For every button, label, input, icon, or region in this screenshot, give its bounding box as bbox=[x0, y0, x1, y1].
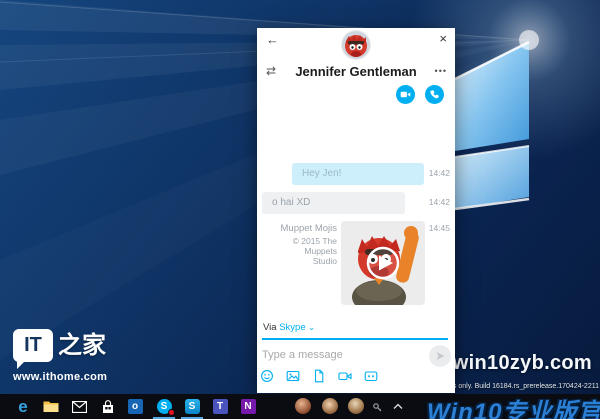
message-input[interactable] bbox=[262, 344, 422, 366]
notification-badge bbox=[167, 409, 175, 416]
desktop: IT 之家 www.ithome.com win10zyb.com s only… bbox=[0, 0, 600, 419]
watermark-site-cn: Win10专业版官网 bbox=[427, 399, 600, 419]
video-call-button[interactable] bbox=[396, 85, 415, 104]
message-timestamp: 14:42 bbox=[428, 197, 450, 207]
received-message-bubble: o hai XD bbox=[262, 192, 405, 214]
taskbar-mail-icon[interactable] bbox=[66, 394, 92, 419]
taskbar-store-icon[interactable] bbox=[95, 394, 121, 419]
taskbar-teams-icon[interactable]: T bbox=[207, 394, 233, 419]
more-options-icon[interactable]: ••• bbox=[435, 66, 447, 76]
voice-call-button[interactable] bbox=[425, 85, 444, 104]
message-timestamp: 14:42 bbox=[428, 168, 450, 178]
message-row-moji: Muppet Mojis © 2015 The Muppets Studio 1… bbox=[257, 220, 455, 310]
moji-copyright-line2: Studio bbox=[312, 256, 337, 266]
message-row-received: o hai XD 14:42 bbox=[257, 192, 455, 214]
taskbar-people-more-icon[interactable] bbox=[366, 394, 388, 419]
ithome-bubble-text: IT bbox=[24, 334, 42, 356]
message-row-sent: Hey Jen! 14:42 bbox=[257, 163, 455, 185]
ithome-bubble-logo: IT bbox=[13, 329, 53, 369]
skype-chat-window: ← × ⇄ Jennifer Gentleman ••• Hey Jen! 14… bbox=[257, 28, 455, 393]
video-message-icon[interactable] bbox=[338, 369, 352, 383]
moji-copyright-line1: © 2015 The Muppets bbox=[292, 236, 337, 256]
video-camera-icon bbox=[400, 91, 411, 98]
ithome-url: www.ithome.com bbox=[13, 371, 108, 383]
photo-icon[interactable] bbox=[286, 369, 300, 383]
call-actions bbox=[396, 85, 444, 104]
message-timestamp: 14:45 bbox=[428, 223, 450, 233]
send-button[interactable] bbox=[429, 345, 451, 367]
moji-title: Muppet Mojis bbox=[280, 223, 338, 234]
watermark-site: win10zyb.com bbox=[452, 352, 592, 374]
file-icon[interactable] bbox=[312, 369, 326, 383]
ithome-logo: IT 之家 www.ithome.com bbox=[13, 329, 107, 383]
taskbar-people-avatar[interactable] bbox=[295, 398, 311, 414]
taskbar-outlook-icon[interactable]: o bbox=[122, 394, 148, 419]
taskbar-people-avatar[interactable] bbox=[322, 398, 338, 414]
phone-icon bbox=[430, 90, 439, 99]
watermark-insider-build: s only. Build 16184.rs_prerelease.170424… bbox=[452, 383, 599, 390]
via-label: Via bbox=[263, 322, 277, 333]
taskbar-file-explorer-icon[interactable] bbox=[38, 394, 64, 419]
composer-toolbar bbox=[260, 369, 378, 383]
moji-video-thumbnail[interactable] bbox=[341, 221, 425, 305]
back-button[interactable]: ← bbox=[266, 32, 279, 47]
sent-message-bubble: Hey Jen! bbox=[292, 163, 424, 185]
via-selector[interactable]: Via Skype ⌄ bbox=[263, 322, 315, 333]
play-button-overlay bbox=[366, 246, 400, 280]
taskbar-edge-icon[interactable]: e bbox=[10, 394, 36, 419]
animal-muppet-moji-image bbox=[341, 221, 425, 305]
window-titlebar: ← × bbox=[257, 28, 455, 60]
composer-accent-line bbox=[262, 338, 448, 340]
taskbar-skype-desktop-icon[interactable]: S bbox=[151, 394, 177, 419]
chevron-down-icon: ⌄ bbox=[308, 323, 315, 332]
ithome-cn-text: 之家 bbox=[58, 332, 106, 359]
via-channel[interactable]: Skype bbox=[279, 322, 305, 333]
chat-header: ⇄ Jennifer Gentleman ••• bbox=[257, 62, 455, 84]
emoticon-icon[interactable] bbox=[260, 369, 274, 383]
taskbar-people-avatar[interactable] bbox=[348, 398, 364, 414]
moji-icon[interactable] bbox=[364, 369, 378, 383]
moji-copyright: © 2015 The Muppets Studio bbox=[262, 236, 337, 266]
taskbar-skype-preview-icon[interactable]: S bbox=[179, 394, 205, 419]
contact-avatar[interactable] bbox=[342, 31, 370, 59]
close-icon[interactable]: × bbox=[439, 31, 447, 46]
taskbar-tray-chevron-icon[interactable] bbox=[388, 394, 408, 419]
chat-title: Jennifer Gentleman bbox=[295, 64, 417, 79]
taskbar-onenote-icon[interactable]: N bbox=[235, 394, 261, 419]
animal-muppet-avatar-image bbox=[342, 31, 370, 59]
send-arrow-icon bbox=[436, 352, 445, 360]
